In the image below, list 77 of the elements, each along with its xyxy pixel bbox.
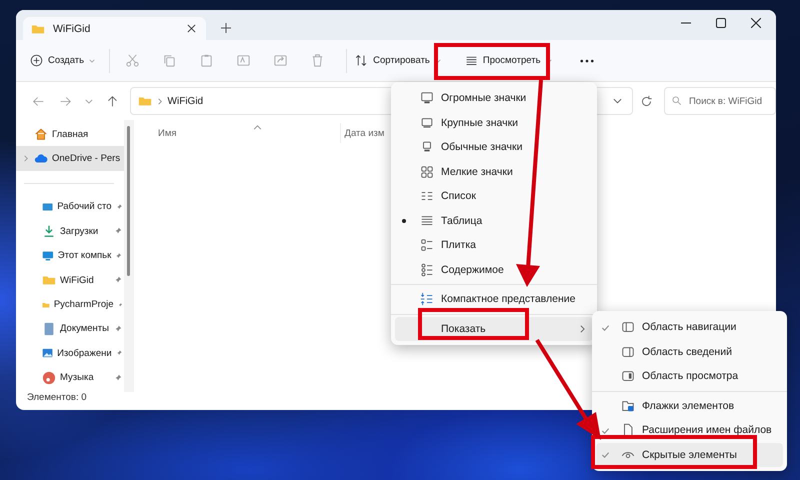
rename-icon[interactable] [236,53,252,68]
path-segment[interactable]: WiFiGid [168,96,204,106]
menu-item[interactable]: Расширения имен файлов [596,418,783,442]
panel-icon [621,320,635,334]
compact-icon [420,292,434,306]
download-icon [42,224,56,238]
menu-item[interactable]: Область навигации [596,315,783,340]
monitor-icon [420,140,434,154]
chevron-right-icon[interactable] [24,155,28,162]
sort-caret-icon [252,124,262,130]
search-icon [672,96,682,106]
menu-item[interactable]: Область просмотра [596,364,783,388]
maximize-icon[interactable] [716,18,726,28]
column-header[interactable]: Имя [158,128,177,138]
chevron-right-icon [580,324,585,333]
menu-item[interactable]: Таблица [395,208,593,233]
tab-title: WiFiGid [53,22,92,34]
menu-item[interactable]: Плитка [395,233,593,258]
sidebar-item[interactable]: OneDrive - Pers [16,146,124,171]
menu-item[interactable]: Область сведений [596,340,783,364]
monitor-icon [42,248,54,263]
sort-icon [355,54,368,67]
monitor-icon [420,91,434,106]
panel-icon [621,369,635,384]
sidebar-item[interactable]: Документы [16,316,124,342]
scissors-icon[interactable] [125,53,140,68]
new-button[interactable]: Создать [26,50,100,71]
back-arrow-icon[interactable] [32,94,45,108]
sidebar-item[interactable]: Этот компьк [16,244,124,268]
menu-item[interactable]: Мелкие значки [395,160,593,184]
search-field[interactable]: Поиск в: WiFiGid [664,87,776,115]
status-text: Элементов: 0 [26,392,87,403]
sidebar-item[interactable]: Главная [16,122,124,146]
file-icon [621,423,635,438]
plus-circle-icon [30,54,43,67]
sidebar-item[interactable]: PycharmProje [16,292,124,317]
share-icon[interactable] [273,53,288,68]
copy-icon[interactable] [162,53,178,68]
chevron-down-icon[interactable] [613,98,622,104]
folder-tab[interactable]: WiFiGid [23,17,206,40]
grid-icon [420,164,434,179]
home-icon [34,127,48,142]
caret-icon [89,58,96,62]
sidebar-item[interactable]: Изображени [16,341,124,366]
menu-item[interactable]: Содержимое [395,258,593,282]
menu-item[interactable]: Флажки элементов [596,394,783,418]
sort-button[interactable]: Сортировать [351,50,445,71]
music-icon [42,370,56,385]
lines-icon [464,54,478,67]
list-icon [420,262,434,277]
sidebar-item[interactable]: Загрузки [16,219,124,244]
sidebar-item[interactable]: Музыка [16,366,124,390]
scrollbar[interactable] [124,120,134,392]
forward-arrow-icon[interactable] [58,94,72,108]
close-icon[interactable] [187,24,196,33]
clipboard-icon[interactable] [199,53,214,68]
table-icon [420,214,434,228]
panel-icon [621,344,635,359]
sidebar-item[interactable]: WiFiGid [16,268,124,292]
new-tab-icon[interactable] [221,23,231,33]
tiles-icon [420,238,434,252]
refresh-icon[interactable] [640,94,653,108]
more-icon[interactable] [580,58,594,62]
menu-item[interactable]: Огромные значки [395,86,593,110]
menu-item[interactable]: Компактное представление [395,287,593,312]
chevron-right-icon [158,98,162,104]
menu-item[interactable]: Обычные значки [395,135,593,160]
monitor-icon [420,116,434,130]
column-header[interactable]: Дата изм [344,128,384,138]
sidebar-item[interactable]: Рабочий сто [16,194,124,220]
close-icon[interactable] [751,18,761,28]
menu-item[interactable]: Список [395,184,593,208]
document-icon [42,322,56,336]
menu-item[interactable]: Скрытые элементы [596,442,783,467]
view-button[interactable]: Просмотреть [458,50,556,71]
up-arrow-icon[interactable] [106,94,119,108]
folder-checkbox-icon [621,398,635,413]
